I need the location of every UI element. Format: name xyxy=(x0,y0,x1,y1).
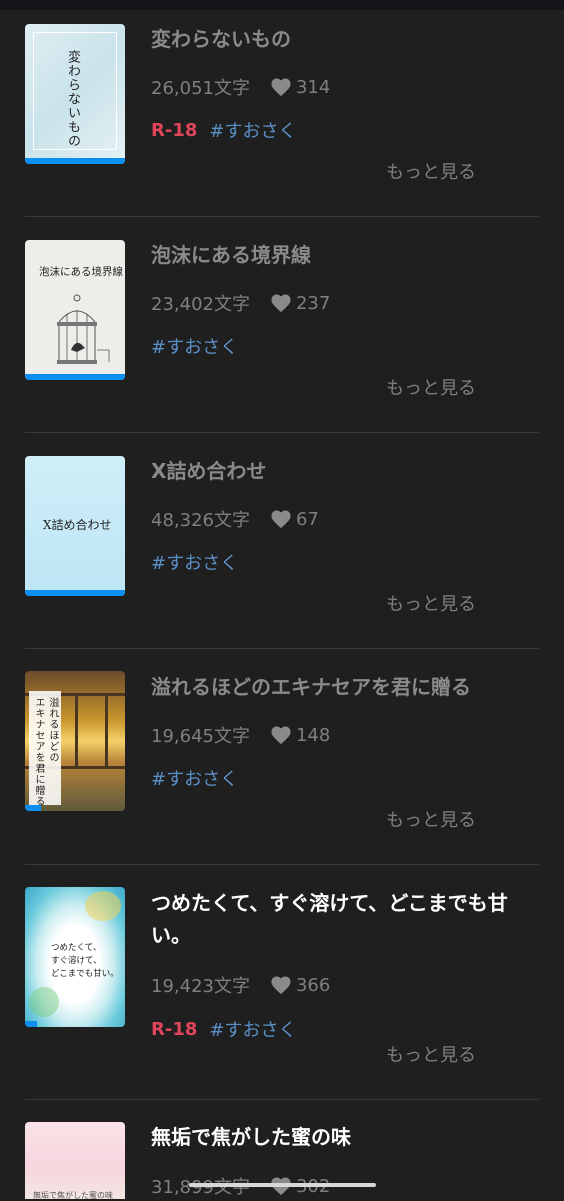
r18-badge: R-18 xyxy=(151,119,198,141)
work-title[interactable]: 変わらないもの xyxy=(151,23,531,55)
r18-badge: R-18 xyxy=(151,1018,198,1040)
cover-title: つめたくて、 xyxy=(51,943,102,953)
see-more-link[interactable]: もっと見る xyxy=(386,158,476,184)
cover-title: 泡沫にある境界線 xyxy=(39,266,123,278)
work-stats: 48,326文字 67 xyxy=(151,506,319,532)
work-cover[interactable]: 変わらないもの xyxy=(25,24,125,164)
work-title[interactable]: つめたくて、すぐ溶けて、どこまでも甘い。 xyxy=(151,887,531,951)
birdcage-illustration xyxy=(57,294,110,364)
work-cover[interactable]: 溢れるほどの エキナセアを君に贈る xyxy=(25,671,125,811)
cover-accent-bar xyxy=(25,1021,37,1027)
hashtag-link[interactable]: #すおさく xyxy=(151,549,238,575)
work-title[interactable]: X詰め合わせ xyxy=(151,455,531,487)
work-cover[interactable]: つめたくて、 すぐ溶けて、 どこまでも甘い。 xyxy=(25,887,125,1027)
cover-title: 変わらないもの xyxy=(65,50,80,148)
work-tags: #すおさく xyxy=(151,333,238,359)
window-mullion xyxy=(105,693,108,769)
like-count: 314 xyxy=(295,76,331,98)
status-bar-edge xyxy=(0,0,564,10)
like-count: 148 xyxy=(295,724,331,746)
cover-accent-bar xyxy=(25,590,125,596)
divider xyxy=(25,864,539,865)
like-count: 67 xyxy=(295,508,319,530)
cover-accent-bar xyxy=(25,374,125,380)
heart-icon xyxy=(270,509,292,529)
divider xyxy=(25,1099,539,1100)
cover-title: エキナセアを君に贈る xyxy=(33,697,44,807)
see-more-link[interactable]: もっと見る xyxy=(386,806,476,832)
char-count: 19,645文字 xyxy=(151,726,250,747)
work-cover[interactable]: 泡沫にある境界線 xyxy=(25,240,125,380)
cover-accent-bar xyxy=(25,158,125,164)
like-count: 366 xyxy=(295,974,331,996)
char-count: 26,051文字 xyxy=(151,78,250,99)
watercolor-splash xyxy=(29,987,59,1017)
heart-icon xyxy=(270,725,292,745)
work-stats: 19,423文字 366 xyxy=(151,972,330,998)
work-title[interactable]: 無垢で焦がした蜜の味 xyxy=(151,1121,531,1153)
hashtag-link[interactable]: #すおさく xyxy=(209,117,296,143)
window-mullion xyxy=(75,693,78,769)
see-more-link[interactable]: もっと見る xyxy=(386,1041,476,1067)
work-tags: #すおさく xyxy=(151,549,238,575)
hashtag-link[interactable]: #すおさく xyxy=(151,765,238,791)
like-count: 237 xyxy=(295,292,331,314)
cover-title: どこまでも甘い。 xyxy=(51,969,119,979)
home-indicator[interactable] xyxy=(189,1183,376,1187)
heart-icon xyxy=(270,975,292,995)
work-stats: 19,645文字 148 xyxy=(151,722,330,748)
see-more-link[interactable]: もっと見る xyxy=(386,374,476,400)
divider xyxy=(25,216,539,217)
cover-accent-bar xyxy=(25,805,41,811)
work-cover[interactable]: X詰め合わせ xyxy=(25,456,125,596)
char-count: 19,423文字 xyxy=(151,976,250,997)
work-title[interactable]: 溢れるほどのエキナセアを君に贈る xyxy=(151,671,531,703)
work-stats: 26,051文字 314 xyxy=(151,74,330,100)
see-more-link[interactable]: もっと見る xyxy=(386,590,476,616)
cover-title: すぐ溶けて、 xyxy=(51,956,102,966)
divider xyxy=(25,648,539,649)
char-count: 48,326文字 xyxy=(151,510,250,531)
cover-title: 無垢で焦がした蜜の味 xyxy=(33,1191,113,1199)
work-title[interactable]: 泡沫にある境界線 xyxy=(151,239,531,271)
hashtag-link[interactable]: #すおさく xyxy=(209,1016,296,1042)
cover-title: 溢れるほどの xyxy=(47,697,58,763)
divider xyxy=(25,432,539,433)
watercolor-splash xyxy=(85,891,121,921)
work-stats: 23,402文字 237 xyxy=(151,290,330,316)
cover-title: X詰め合わせ xyxy=(43,518,112,532)
heart-icon xyxy=(270,293,292,313)
char-count: 23,402文字 xyxy=(151,294,250,315)
work-tags: #すおさく xyxy=(151,765,238,791)
work-cover[interactable]: 無垢で焦がした蜜の味 xyxy=(25,1122,125,1199)
heart-icon xyxy=(270,77,292,97)
work-tags: R-18 #すおさく xyxy=(151,1016,296,1042)
work-tags: R-18 #すおさく xyxy=(151,117,296,143)
hashtag-link[interactable]: #すおさく xyxy=(151,333,238,359)
